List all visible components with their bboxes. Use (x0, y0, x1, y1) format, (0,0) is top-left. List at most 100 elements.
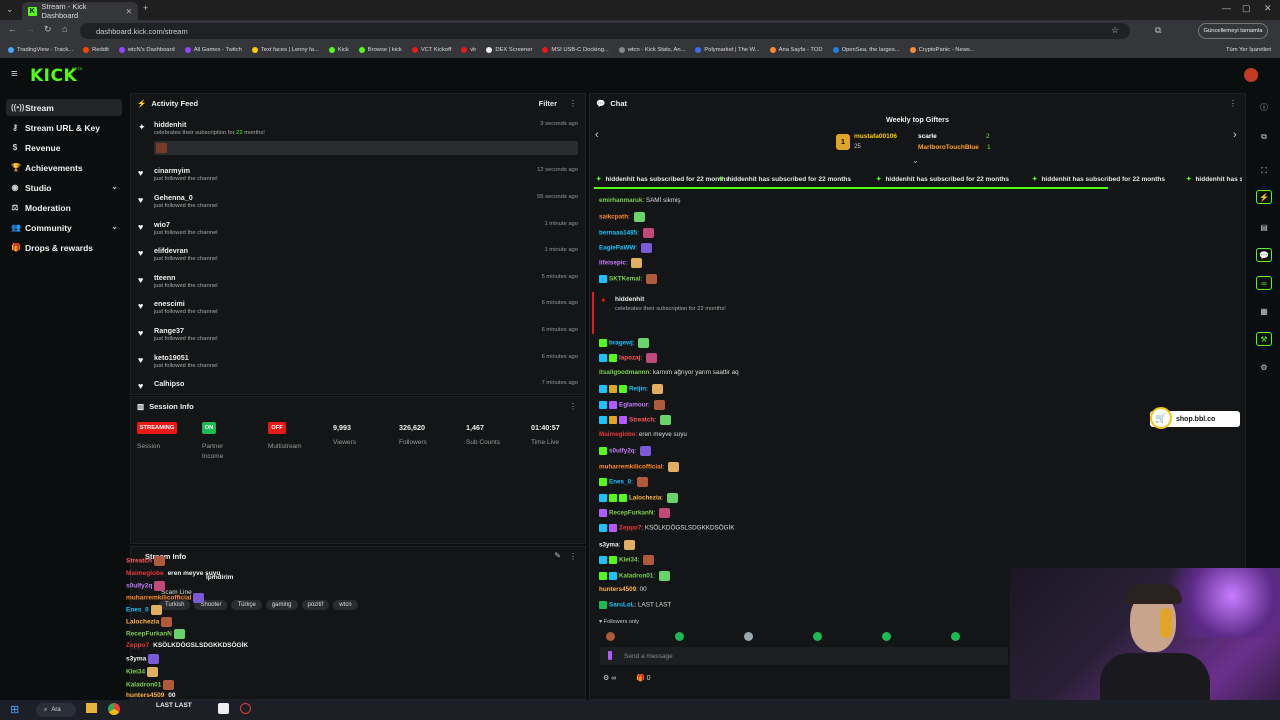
chevron-left-icon[interactable]: ‹ (595, 129, 599, 141)
sidebar-item-drops-rewards[interactable]: 🎁 Drops & rewards (6, 239, 122, 256)
quick-emote-icon[interactable] (675, 632, 684, 641)
chat-username[interactable]: itsallgoodmannn (599, 369, 649, 376)
quick-emote-icon[interactable] (744, 632, 753, 641)
sidebar-item-achievements[interactable]: 🏆 Achievements (6, 159, 122, 176)
bookmark-item[interactable]: wtcn - Kick Stats, An... (618, 47, 685, 53)
bookmark-item[interactable]: Ana Sayfa - TOD (769, 47, 823, 53)
chat-username[interactable]: SaruLoL (609, 602, 635, 609)
rail-tool-icon[interactable]: ⚒ (1256, 332, 1272, 346)
feed-username[interactable]: tteenn (154, 273, 176, 282)
bookmark-star-icon[interactable]: ☆ (1111, 25, 1119, 36)
chat-username[interactable]: Maimeglobe (599, 431, 635, 438)
tag-chip[interactable]: pozitif (301, 600, 330, 610)
avatar[interactable] (1244, 68, 1258, 82)
browser-tab[interactable]: K Stream - Kick Dashboard ✕ (22, 2, 138, 20)
sidebar-item-revenue[interactable]: $ Revenue (6, 139, 122, 156)
app-icon-2[interactable] (240, 703, 251, 714)
sidebar-item-community[interactable]: 👥 Community ⌄ (6, 219, 122, 236)
rail-tool-icon[interactable]: ⧉ (1256, 130, 1272, 144)
chat-message-input[interactable]: Send a message (600, 647, 1008, 665)
chat-username[interactable]: Streatch (629, 417, 654, 424)
hamburger-menu-icon[interactable]: ≡ (11, 68, 17, 80)
feed-username[interactable]: enescimi (154, 299, 185, 308)
tag-chip[interactable]: Türkçe (231, 600, 262, 610)
sidebar-item-stream[interactable]: ((•)) Stream (6, 99, 122, 116)
url-input[interactable]: dashboard.kick.com/stream (80, 23, 1130, 39)
feed-username[interactable]: keto19051 (154, 353, 189, 362)
gifter-name[interactable]: scarle (918, 133, 937, 140)
reload-icon[interactable]: ↻ (44, 24, 52, 35)
feed-username[interactable]: cinarmyim (154, 166, 190, 175)
rail-tool-icon[interactable]: ∞ (1256, 276, 1272, 290)
chat-username[interactable]: muharremkilicofficial (599, 464, 662, 471)
feed-username[interactable]: Range37 (154, 326, 184, 335)
chat-username[interactable]: bernaaa1485 (599, 230, 637, 237)
chat-username[interactable]: Lalochezia (629, 495, 661, 502)
chat-username[interactable]: s0ulfy2q (609, 448, 635, 455)
chat-username[interactable]: hunters4509 (599, 586, 636, 593)
sidebar-item-moderation[interactable]: ⚖ Moderation (6, 199, 122, 216)
back-icon[interactable]: ← (8, 24, 17, 34)
chat-username[interactable]: lapozaj (619, 355, 640, 362)
chrome-icon[interactable] (108, 703, 120, 715)
quick-emote-icon[interactable] (606, 632, 615, 641)
bookmark-item[interactable]: OpenSea, the larges... (832, 47, 900, 53)
chevron-down-icon[interactable]: ⌄ (111, 222, 118, 231)
chat-username[interactable]: Reijin (629, 386, 646, 393)
rail-tool-icon[interactable]: 💬 (1256, 248, 1272, 262)
quick-emote-icon[interactable] (951, 632, 960, 641)
bookmark-item[interactable]: Reddit (83, 47, 109, 53)
windows-start-icon[interactable]: ⊞ (10, 703, 19, 716)
chevron-down-icon[interactable]: ⌄ (912, 156, 919, 165)
chat-username[interactable]: RecepFurkanN (609, 510, 653, 517)
chat-username[interactable]: SKTKemal (609, 276, 641, 283)
sidebar-item-stream-url-key[interactable]: ⚷ Stream URL & Key (6, 119, 122, 136)
all-bookmarks-link[interactable]: Tüm Yer İşaretleri (1226, 47, 1271, 53)
maximize-icon[interactable]: ▢ (1242, 3, 1251, 14)
chat-username[interactable]: lifeisepic (599, 260, 626, 267)
feed-username[interactable]: elifdevran (154, 246, 188, 255)
minimize-icon[interactable]: — (1222, 3, 1231, 13)
kebab-icon[interactable]: ⋮ (569, 402, 577, 411)
tab-menu-icon[interactable]: ⌄ (6, 4, 14, 15)
chat-username[interactable]: Zeppo7 (619, 525, 641, 532)
chat-username[interactable]: Enes_0 (609, 479, 631, 486)
quick-emote-icon[interactable] (813, 632, 822, 641)
extensions-icon[interactable]: ⧉ (1155, 25, 1161, 36)
chat-username[interactable]: Kaladron01 (619, 573, 653, 580)
rail-tool-icon[interactable]: ▤ (1256, 220, 1272, 234)
tag-chip[interactable]: wtcn (333, 600, 358, 610)
bookmark-item[interactable]: wtcN's Dashboard (118, 47, 175, 53)
chat-username[interactable]: Klei34 (619, 557, 638, 564)
rail-tool-icon[interactable]: ⚡ (1256, 190, 1272, 204)
feed-username[interactable]: Calhipso (154, 379, 184, 388)
bookmark-item[interactable]: Browse | kick (358, 47, 402, 53)
file-explorer-icon[interactable] (86, 703, 97, 713)
chat-username[interactable]: s3yma (599, 542, 619, 549)
gifter-name[interactable]: mustafa00106 (854, 133, 897, 140)
bookmark-item[interactable]: DEX Screener (486, 47, 532, 53)
chat-username[interactable]: saikcpath (599, 214, 628, 221)
kebab-icon[interactable]: ⋮ (569, 99, 577, 108)
feed-username[interactable]: hiddenhit (154, 120, 186, 129)
bookmark-item[interactable]: VCT Kickoff (411, 47, 451, 53)
kebab-icon[interactable]: ⋮ (569, 552, 577, 561)
chat-settings-icon[interactable]: ⚙ ∞ (603, 674, 616, 682)
home-icon[interactable]: ⌂ (62, 24, 67, 34)
chevron-down-icon[interactable]: ⌄ (111, 182, 118, 191)
rail-tool-icon[interactable]: ⓘ (1256, 100, 1272, 114)
bookmark-item[interactable]: vlr (461, 47, 476, 53)
bookmark-item[interactable]: Polymarket | The W... (695, 47, 760, 53)
chevron-right-icon[interactable]: › (1233, 129, 1237, 141)
feed-username[interactable]: wio7 (154, 220, 170, 229)
rail-tool-icon[interactable]: ⚙ (1256, 360, 1272, 374)
chat-username[interactable]: Eglamour (619, 402, 648, 409)
taskbar-search[interactable]: ⌕ Ara (36, 703, 76, 717)
feed-username[interactable]: Gehenna_0 (154, 193, 193, 202)
emote-picker-icon[interactable] (608, 651, 612, 660)
kick-logo[interactable]: KICK (30, 66, 77, 86)
close-tab-icon[interactable]: ✕ (126, 7, 132, 16)
close-window-icon[interactable]: ✕ (1264, 3, 1272, 14)
chat-username[interactable]: bragewj (609, 340, 633, 347)
gifter-name[interactable]: MarlboroTouchBlue (918, 144, 979, 151)
